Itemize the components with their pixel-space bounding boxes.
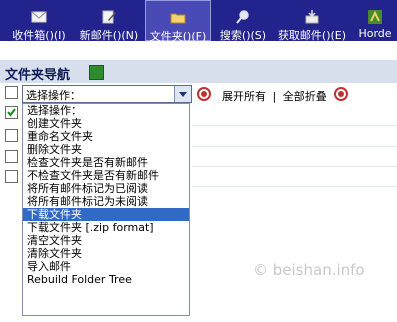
inbox-label: 收件箱()(I) <box>12 29 66 42</box>
row-divider <box>192 166 397 167</box>
dropdown-option[interactable]: 重命名文件夹 <box>23 130 189 143</box>
tree-links: 展开所有 | 全部折叠 <box>222 88 327 104</box>
dropdown-option[interactable]: 导入邮件 <box>23 260 189 273</box>
folder-navigation-header: 文件夹导航 <box>0 60 397 83</box>
refresh-icon[interactable] <box>89 65 104 80</box>
chevron-down-icon[interactable] <box>174 86 191 102</box>
inbox-button[interactable]: 收件箱()(I) <box>6 0 72 42</box>
folder-icon <box>170 13 186 24</box>
dropdown-option[interactable]: 检查文件夹是否有新邮件 <box>23 156 189 169</box>
link-separator: | <box>272 90 277 103</box>
dropdown-option[interactable]: 创建文件夹 <box>23 117 189 130</box>
dropdown-option[interactable]: 清空文件夹 <box>23 234 189 247</box>
action-select[interactable]: 选择操作： <box>22 85 192 103</box>
select-all-checkbox[interactable] <box>5 86 18 99</box>
compose-icon <box>102 10 116 24</box>
dropdown-option[interactable]: 不检查文件夹是否有新邮件 <box>23 169 189 182</box>
go-button-icon[interactable] <box>197 87 211 101</box>
fetch-mail-label: 获取邮件()(E) <box>277 29 347 42</box>
magnifier-icon <box>236 10 249 24</box>
folders-label: 文件夹()(F) <box>149 30 207 43</box>
folder-checkbox[interactable] <box>5 129 18 142</box>
folder-checkbox[interactable] <box>5 106 18 119</box>
row-divider <box>192 125 397 126</box>
fetch-mail-button[interactable]: 获取邮件()(E) <box>274 0 350 42</box>
horde-label: Horde <box>358 27 392 40</box>
compose-button[interactable]: 新邮件()(N) <box>74 0 144 42</box>
folders-button[interactable]: 文件夹()(F) <box>145 0 211 43</box>
go-button-icon-right[interactable] <box>334 87 348 101</box>
collapse-all-link[interactable]: 全部折叠 <box>283 90 327 103</box>
expand-all-link[interactable]: 展开所有 <box>222 90 266 103</box>
checkmark-icon <box>7 108 16 117</box>
search-label: 搜索()(S) <box>219 29 267 42</box>
row-divider <box>192 146 397 147</box>
dropdown-option[interactable]: 将所有邮件标记为未阅读 <box>23 195 189 208</box>
folder-checkbox[interactable] <box>5 170 18 183</box>
dropdown-option[interactable]: 下载文件夹 <box>23 208 189 221</box>
dropdown-option[interactable]: 删除文件夹 <box>23 143 189 156</box>
compose-label: 新邮件()(N) <box>79 29 139 42</box>
watermark: © beishan.info <box>253 261 365 279</box>
action-dropdown-list[interactable]: 选择操作： 创建文件夹 重命名文件夹 删除文件夹 检查文件夹是否有新邮件 不检查文件夹是否… <box>22 103 190 316</box>
action-select-value: 选择操作： <box>26 89 81 102</box>
main-toolbar: 收件箱()(I) 新邮件()(N) 文件夹()(F) 搜索()(S) 获取邮件(… <box>0 0 397 43</box>
dropdown-option[interactable]: Rebuild Folder Tree <box>23 273 189 286</box>
dropdown-option[interactable]: 下载文件夹 [.zip format] <box>23 221 189 234</box>
folder-checkbox[interactable] <box>5 150 18 163</box>
row-divider <box>192 186 397 187</box>
dropdown-option[interactable]: 将所有邮件标记为已阅读 <box>23 182 189 195</box>
fetch-mail-icon <box>305 10 319 24</box>
horde-button[interactable]: Horde <box>355 0 395 41</box>
page-title: 文件夹导航 <box>5 68 71 83</box>
horde-icon <box>368 10 382 24</box>
envelope-icon <box>31 11 47 23</box>
search-button[interactable]: 搜索()(S) <box>214 0 272 42</box>
dropdown-option[interactable]: 选择操作： <box>23 104 189 117</box>
dropdown-option[interactable]: 清除文件夹 <box>23 247 189 260</box>
